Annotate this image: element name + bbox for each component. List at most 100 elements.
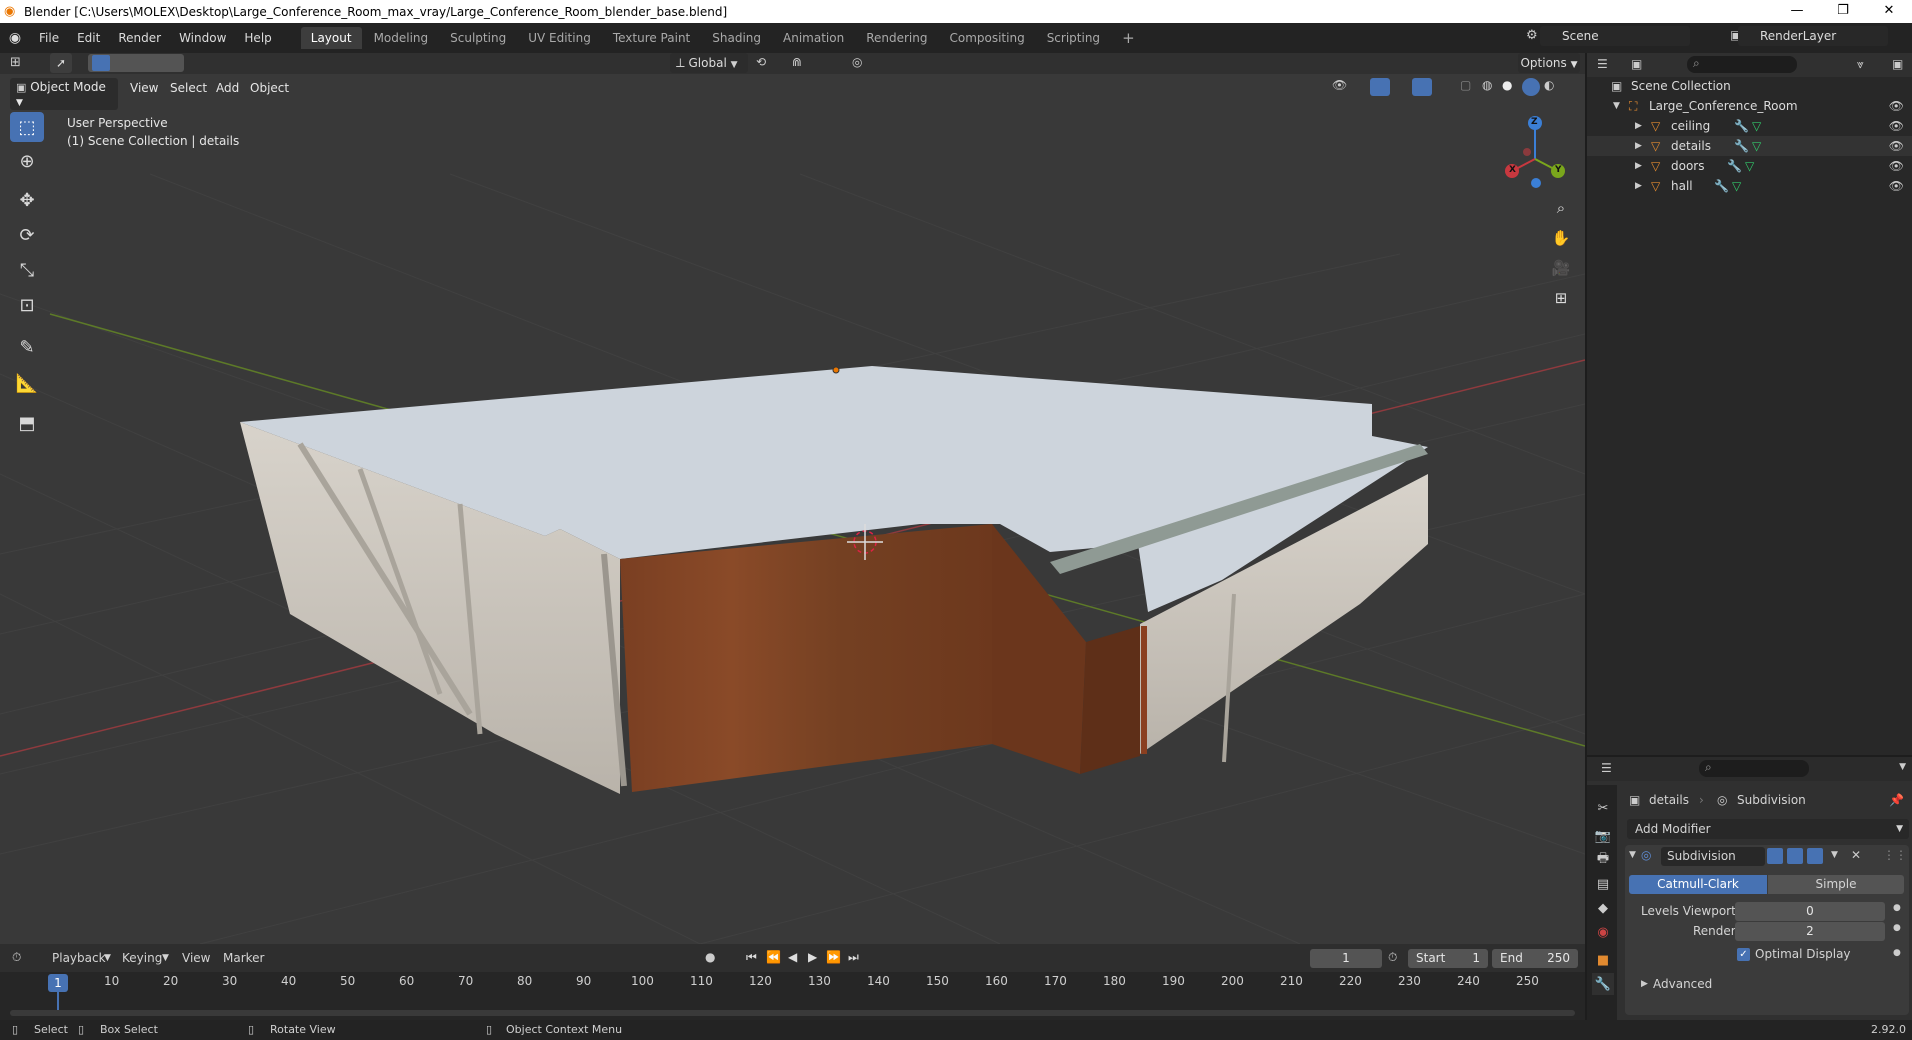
modifier-wrench-icon[interactable]: 🔧: [1734, 136, 1749, 156]
tab-rendering[interactable]: Rendering: [856, 27, 937, 49]
timeline-view-menu[interactable]: View: [182, 951, 210, 965]
select-box-tool[interactable]: ⬚: [10, 112, 44, 142]
viewport-object-menu[interactable]: Object: [250, 81, 289, 95]
rotate-tool[interactable]: ⟳: [10, 220, 44, 250]
modifier-name-field[interactable]: Subdivision: [1661, 847, 1765, 866]
output-tab-icon[interactable]: 🖶: [1592, 849, 1614, 871]
properties-editor-icon[interactable]: ☰: [1601, 761, 1612, 775]
outliner-object-row[interactable]: ▶ ▽ details 🔧 ▽ 👁: [1587, 136, 1912, 156]
collapse-icon[interactable]: ▼: [1613, 96, 1620, 116]
expand-icon[interactable]: ▶: [1641, 979, 1648, 989]
xray-icon[interactable]: ▢: [1460, 78, 1471, 92]
scene-selector-icon[interactable]: ⚙: [1526, 28, 1538, 43]
simple-button[interactable]: Simple: [1768, 875, 1904, 894]
outliner-collection-row[interactable]: ▼ ⛶ Large_Conference_Room 👁: [1587, 96, 1912, 116]
zoom-icon[interactable]: ⌕: [1548, 195, 1574, 221]
timeline-editor-icon[interactable]: ⏱: [12, 950, 21, 965]
record-icon[interactable]: ●: [705, 950, 715, 964]
jump-keyframe-forward-icon[interactable]: ⏩: [826, 950, 841, 964]
viewport-shading-group[interactable]: 👁 ▢ ◍ ● ◐: [1330, 78, 1580, 98]
outliner-scene-collection[interactable]: ▣ Scene Collection: [1587, 76, 1912, 96]
scale-tool[interactable]: ⤡: [10, 255, 44, 285]
play-reverse-icon[interactable]: ◀: [788, 950, 797, 964]
rendered-shading-icon[interactable]: ◐: [1544, 78, 1554, 92]
render-toggle-icon[interactable]: [1807, 848, 1823, 864]
menu-window[interactable]: Window: [170, 23, 235, 53]
wireframe-shading-icon[interactable]: ◍: [1482, 78, 1492, 92]
levels-viewport-field[interactable]: 0: [1735, 902, 1885, 921]
timeline-marker-menu[interactable]: Marker: [223, 951, 264, 965]
outliner-object-row[interactable]: ▶ ▽ ceiling 🔧 ▽ 👁: [1587, 116, 1912, 136]
options-dropdown[interactable]: Options ▼: [1518, 53, 1580, 73]
visibility-eye-icon[interactable]: 👁: [1889, 156, 1904, 176]
tab-animation[interactable]: Animation: [773, 27, 854, 49]
new-collection-icon[interactable]: ▣: [1892, 57, 1903, 71]
tab-uv-editing[interactable]: UV Editing: [518, 27, 601, 49]
modifier-wrench-icon[interactable]: 🔧: [1714, 176, 1729, 196]
move-tool[interactable]: ✥: [10, 185, 44, 215]
3d-viewport[interactable]: ▣ Object Mode ▼ View Select Add Object 👁…: [0, 74, 1585, 944]
modifier-wrench-icon[interactable]: 🔧: [1734, 116, 1749, 136]
menu-file[interactable]: File: [30, 23, 68, 53]
advanced-subpanel[interactable]: Advanced: [1653, 977, 1712, 991]
scene-selector[interactable]: Scene: [1540, 26, 1690, 46]
current-frame-field[interactable]: 1: [1310, 949, 1382, 968]
viewport-view-menu[interactable]: View: [130, 81, 158, 95]
catmull-clark-button[interactable]: Catmull-Clark: [1629, 875, 1767, 894]
viewport-add-menu[interactable]: Add: [216, 81, 239, 95]
render-tab-icon[interactable]: 📷: [1592, 825, 1614, 847]
drag-handle-icon[interactable]: ⋮⋮: [1883, 848, 1907, 862]
expand-icon[interactable]: ▶: [1635, 136, 1642, 156]
tab-shading[interactable]: Shading: [702, 27, 771, 49]
object-tab-icon[interactable]: ■: [1592, 949, 1614, 971]
perspective-toggle-icon[interactable]: ⊞: [1548, 285, 1574, 311]
pin-icon[interactable]: 📌: [1889, 793, 1904, 807]
mesh-data-icon[interactable]: ▽: [1752, 136, 1761, 156]
render-layer-selector[interactable]: RenderLayer: [1738, 26, 1888, 46]
viewport-mode-dropdown[interactable]: ▣ Object Mode ▼: [10, 78, 118, 110]
navigation-gizmo[interactable]: Z X Y: [1500, 114, 1570, 184]
chevron-down-icon[interactable]: ▼: [1899, 762, 1906, 772]
keying-menu[interactable]: Keying: [122, 951, 162, 965]
chevron-down-icon[interactable]: ▼: [1831, 850, 1838, 860]
collapse-icon[interactable]: ▼: [1629, 850, 1636, 860]
tab-modeling[interactable]: Modeling: [364, 27, 439, 49]
annotate-tool[interactable]: ✎: [10, 332, 44, 362]
viewport-select-menu[interactable]: Select: [170, 81, 207, 95]
visibility-eye-icon[interactable]: 👁: [1889, 116, 1904, 136]
keyframe-dot-icon[interactable]: ●: [1893, 923, 1901, 933]
maximize-button[interactable]: ❐: [1820, 0, 1866, 23]
outliner-object-row[interactable]: ▶ ▽ doors 🔧 ▽ 👁: [1587, 156, 1912, 176]
expand-icon[interactable]: ▶: [1635, 176, 1642, 196]
playhead[interactable]: 1: [48, 974, 68, 992]
tab-layout[interactable]: Layout: [300, 27, 362, 49]
filter-icon[interactable]: ⩔: [1857, 57, 1864, 72]
viewport-toggle-icon[interactable]: [1787, 848, 1803, 864]
cursor-tool[interactable]: ⊕: [10, 146, 44, 176]
overlay-toggle-icon[interactable]: [1412, 78, 1432, 96]
stopwatch-icon[interactable]: ⏱: [1388, 950, 1397, 965]
material-shading-icon[interactable]: [1522, 78, 1540, 96]
play-icon[interactable]: ▶: [808, 950, 817, 964]
delete-modifier-icon[interactable]: ✕: [1851, 848, 1861, 862]
outliner-editor-icon[interactable]: ☰: [1597, 57, 1608, 71]
optimal-display-checkbox[interactable]: ✓: [1737, 948, 1750, 961]
minimize-button[interactable]: —: [1774, 0, 1820, 23]
pivot-point-icon[interactable]: ⟲: [756, 55, 766, 69]
pan-hand-icon[interactable]: ✋: [1548, 225, 1574, 251]
mesh-data-icon[interactable]: ▽: [1745, 156, 1754, 176]
keyframe-dot-icon[interactable]: ●: [1893, 903, 1901, 913]
scene-tab-icon[interactable]: ◆: [1592, 897, 1614, 919]
editor-type-icon[interactable]: ⊞: [10, 55, 21, 70]
snap-icon[interactable]: ⋒: [792, 55, 802, 69]
visibility-eye-icon[interactable]: 👁: [1889, 96, 1904, 116]
jump-keyframe-back-icon[interactable]: ⏪: [766, 950, 781, 964]
transform-orientation-dropdown[interactable]: ⟂ Global ▼: [670, 53, 748, 73]
playback-menu[interactable]: Playback: [52, 951, 106, 965]
expand-icon[interactable]: ▶: [1635, 156, 1642, 176]
mesh-data-icon[interactable]: ▽: [1752, 116, 1761, 136]
measure-tool[interactable]: 📐: [10, 368, 44, 398]
tab-compositing[interactable]: Compositing: [939, 27, 1034, 49]
select-new-icon[interactable]: [92, 55, 110, 71]
camera-view-icon[interactable]: 🎥: [1548, 255, 1574, 281]
